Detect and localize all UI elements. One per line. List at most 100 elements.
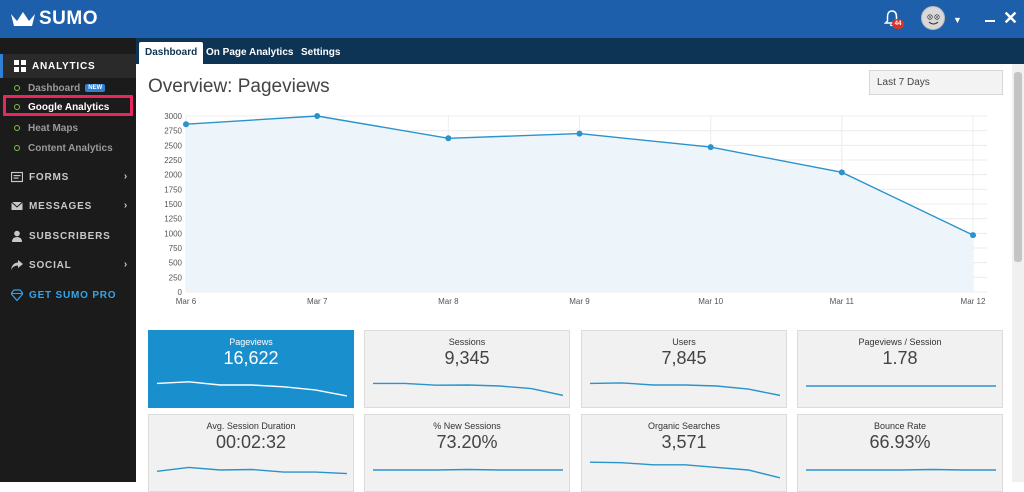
sparkline [373, 382, 563, 397]
sparkline-path [157, 381, 347, 397]
tab-dashboard[interactable]: Dashboard [139, 42, 204, 64]
new-badge: NEW [85, 84, 106, 92]
chart-area-fill [186, 116, 973, 292]
metric-card[interactable]: Organic Searches 3,571 [581, 414, 787, 492]
sidebar-sub-label: Content Analytics [28, 142, 113, 154]
metric-value: 73.20% [436, 432, 498, 452]
dot-icon [14, 145, 20, 151]
data-point [314, 113, 321, 119]
tab-bar: Dashboard On Page Analytics Settings [136, 38, 1024, 64]
x-tick-label: Mar 8 [438, 297, 459, 306]
sparkline-path [806, 468, 996, 471]
x-tick-label: Mar 7 [307, 297, 328, 306]
share-arrow-icon [11, 260, 23, 270]
dot-icon [14, 125, 20, 131]
y-tick-label: 0 [178, 288, 183, 297]
metric-label: Pageviews / Session [858, 337, 942, 347]
metric-label: Bounce Rate [873, 421, 927, 431]
sidebar-item-label: SUBSCRIBERS [29, 230, 111, 242]
metric-value: 3,571 [661, 432, 707, 452]
sparkline [157, 381, 347, 397]
data-point [970, 232, 976, 239]
sidebar-item-get-sumo-pro[interactable]: GET SUMO PRO [0, 283, 136, 307]
metric-label: Organic Searches [647, 421, 721, 431]
metric-value: 00:02:32 [215, 432, 287, 452]
sidebar-item-social[interactable]: SOCIAL › [0, 253, 136, 277]
metric-label: Avg. Session Duration [206, 421, 296, 431]
metric-card[interactable]: Bounce Rate 66.93% [797, 414, 1003, 492]
metric-label: Sessions [448, 337, 486, 347]
x-tick-label: Mar 10 [698, 297, 723, 306]
data-point [445, 135, 452, 142]
chevron-right-icon: › [123, 200, 128, 211]
notification-badge: 44 [892, 19, 904, 29]
data-point [707, 144, 714, 151]
chevron-right-icon: › [123, 259, 128, 270]
metric-card[interactable]: % New Sessions 73.20% [364, 414, 570, 492]
close-icon[interactable]: ✕ [1003, 8, 1018, 29]
metric-value: 16,622 [223, 348, 279, 368]
y-tick-label: 750 [169, 244, 183, 253]
metric-label: % New Sessions [433, 421, 501, 431]
metric-value: 1.78 [882, 348, 918, 368]
data-point [838, 169, 845, 176]
avatar[interactable] [921, 6, 945, 30]
dashboard-grid-icon [14, 60, 26, 72]
y-tick-label: 1500 [164, 200, 182, 209]
diamond-icon [11, 289, 23, 301]
envelope-icon [11, 201, 23, 210]
x-tick-label: Mar 9 [569, 297, 590, 306]
form-icon [11, 171, 23, 183]
dot-icon [14, 85, 20, 91]
x-tick-label: Mar 6 [176, 297, 197, 306]
y-tick-label: 2750 [164, 127, 182, 136]
sidebar-item-label: ANALYTICS [32, 60, 96, 72]
metric-label: Pageviews [229, 337, 273, 347]
metric-card[interactable]: Sessions 9,345 [364, 330, 570, 408]
sidebar-item-label: MESSAGES [29, 200, 93, 212]
sidebar-sub-content-analytics[interactable]: Content Analytics [0, 138, 136, 158]
sidebar-sub-heat-maps[interactable]: Heat Maps [0, 118, 136, 138]
y-tick-label: 2000 [164, 171, 182, 180]
face-icon [927, 14, 940, 25]
sparkline-path [590, 461, 780, 479]
page-title: Overview: Pageviews [148, 76, 330, 97]
metric-card[interactable]: Pageviews / Session 1.78 [797, 330, 1003, 408]
sparkline-path [373, 468, 563, 471]
sidebar: ANALYTICS Dashboard NEW Google Analytics… [0, 38, 136, 482]
sidebar-item-label: GET SUMO PRO [29, 289, 117, 301]
sidebar-item-subscribers[interactable]: SUBSCRIBERS [0, 224, 136, 248]
x-tick-label: Mar 12 [961, 297, 986, 306]
metric-card[interactable]: Users 7,845 [581, 330, 787, 408]
scrollbar-thumb[interactable] [1014, 72, 1022, 262]
x-tick-label: Mar 11 [830, 297, 855, 306]
sparkline [806, 385, 996, 387]
pageviews-chart: 3000275025002250200017501500125010007505… [164, 112, 987, 306]
sumo-logo[interactable]: SUMO [10, 8, 98, 30]
y-tick-label: 1000 [164, 229, 182, 238]
metric-value: 9,345 [444, 348, 490, 368]
y-tick-label: 1750 [164, 185, 182, 194]
minimize-icon[interactable] [985, 20, 995, 22]
sidebar-item-analytics[interactable]: ANALYTICS [0, 54, 136, 78]
tab-on-page-analytics[interactable]: On Page Analytics [200, 42, 299, 64]
crown-icon [11, 12, 35, 26]
metric-value: 66.93% [869, 432, 931, 452]
metric-card[interactable]: Avg. Session Duration 00:02:32 [148, 414, 354, 492]
metric-card[interactable]: Pageviews 16,622 [148, 330, 354, 408]
sidebar-item-forms[interactable]: FORMS › [0, 165, 136, 189]
y-tick-label: 500 [169, 259, 183, 268]
app-name: SUMO [39, 8, 98, 29]
sparkline-path [590, 382, 780, 397]
chevron-down-icon[interactable]: ▼ [953, 15, 962, 25]
y-tick-label: 250 [169, 273, 183, 282]
tab-settings[interactable]: Settings [295, 42, 346, 64]
y-tick-label: 2500 [164, 141, 182, 150]
metric-value: 7,845 [661, 348, 707, 368]
sparkline [590, 382, 780, 397]
y-tick-label: 1250 [164, 215, 182, 224]
sidebar-item-messages[interactable]: MESSAGES › [0, 194, 136, 218]
sidebar-item-label: FORMS [29, 171, 70, 183]
date-range-select[interactable]: Last 7 Days [869, 70, 1003, 95]
metric-label: Users [672, 337, 696, 347]
